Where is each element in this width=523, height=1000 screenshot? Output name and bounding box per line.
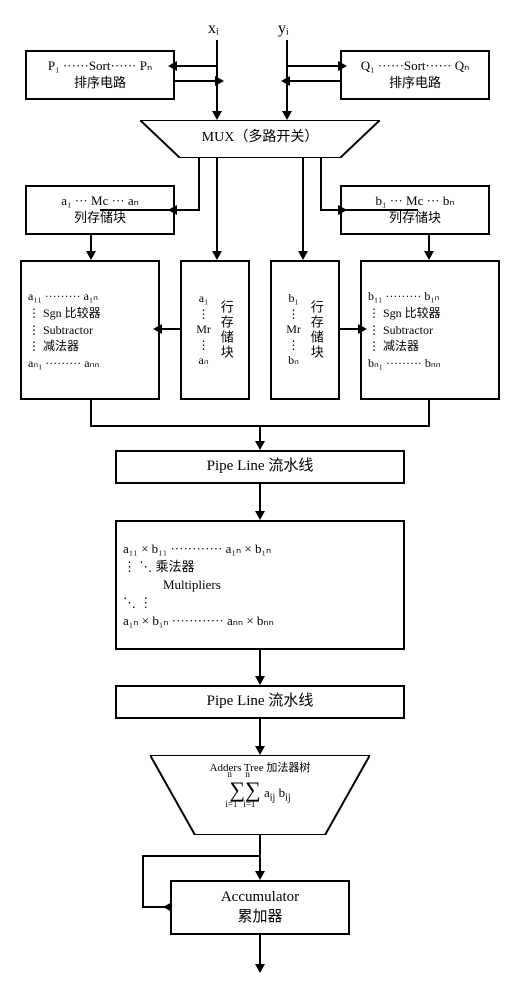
comp-right-b2: ⋮ Subtractor (368, 322, 433, 339)
comp-right-b3: ⋮ 减法器 (368, 338, 419, 355)
accumulator-en: Accumulator (221, 888, 299, 908)
multipliers-block: a₁₁ × b₁₁ ············ a₁ₙ × b₁ₙ ⋮ ⋱ 乘法器… (115, 520, 405, 650)
comp-right-bot: bₙ₁ ········· bₙₙ (368, 355, 441, 372)
input-y-label: yᵢ (278, 20, 289, 38)
comp-right-top: b₁₁ ········· b₁ₙ (368, 288, 439, 305)
col-store-left-line2: 列存储块 (74, 210, 126, 227)
comp-left-b3: ⋮ 减法器 (28, 338, 79, 355)
mult-mid3: ⋱ ⋮ (123, 594, 152, 612)
row-store-right: b₁ ⋮ Mr ⋮ bₙ 行存储块 (270, 260, 340, 400)
pipeline-2-label: Pipe Line 流水线 (207, 692, 314, 712)
col-store-left-line1: a₁ ··· Mc ··· aₙ (61, 193, 139, 210)
sort-right-line2: 排序电路 (389, 75, 441, 92)
sort-left-line1: P₁ ······Sort······ Pₙ (48, 58, 152, 75)
mult-bot: a₁ₙ × b₁ₙ ············ aₙₙ × bₙₙ (123, 612, 274, 630)
sort-circuit-right: Q₁ ······Sort······ Qₙ 排序电路 (340, 50, 490, 100)
comp-left-b1: ⋮ Sgn 比较器 (28, 305, 101, 322)
mult-top: a₁₁ × b₁₁ ············ a₁ₙ × b₁ₙ (123, 540, 271, 558)
row-store-left: a₁ ⋮ Mr ⋮ aₙ 行存储块 (180, 260, 250, 400)
pipeline-2: Pipe Line 流水线 (115, 685, 405, 719)
sort-circuit-left: P₁ ······Sort······ Pₙ 排序电路 (25, 50, 175, 100)
adders-tree: Adders Tree 加法器树 n n ∑∑ aij bij i=1 i=1 (150, 755, 370, 835)
accumulator: Accumulator 累加器 (170, 880, 350, 935)
col-store-right-line1: b₁ ··· Mc ··· bₙ (375, 193, 454, 210)
comp-left-b2: ⋮ Subtractor (28, 322, 93, 339)
sort-left-line2: 排序电路 (74, 75, 126, 92)
row-store-left-label: 行存储块 (217, 300, 234, 360)
mult-mid2: Multipliers (123, 576, 221, 594)
input-x-label: xᵢ (208, 20, 219, 38)
comparator-left: a₁₁ ········· a₁ₙ ⋮ Sgn 比较器 ⋮ Subtractor… (20, 260, 160, 400)
sort-right-line1: Q₁ ······Sort······ Qₙ (361, 58, 470, 75)
row-store-right-label: 行存储块 (307, 300, 324, 360)
comparator-right: b₁₁ ········· b₁ₙ ⋮ Sgn 比较器 ⋮ Subtractor… (360, 260, 500, 400)
comp-left-top: a₁₁ ········· a₁ₙ (28, 288, 98, 305)
accumulator-cn: 累加器 (237, 908, 282, 928)
mux-label: MUX（多路开关） (140, 120, 380, 146)
comp-left-bot: aₙ₁ ········· aₙₙ (28, 355, 99, 372)
block-diagram: xᵢ yᵢ P₁ ······Sort······ Pₙ 排序电路 Q₁ ···… (20, 20, 503, 980)
mult-mid1: ⋮ ⋱ 乘法器 (123, 558, 195, 576)
mux-block: MUX（多路开关） (140, 120, 380, 158)
row-store-left-items: a₁ ⋮ Mr ⋮ aₙ (196, 291, 211, 369)
adders-tree-title: Adders Tree 加法器树 (150, 759, 370, 775)
pipeline-1-label: Pipe Line 流水线 (207, 457, 314, 477)
comp-right-b1: ⋮ Sgn 比较器 (368, 305, 441, 322)
pipeline-1: Pipe Line 流水线 (115, 450, 405, 484)
col-store-right-line2: 列存储块 (389, 210, 441, 227)
row-store-right-items: b₁ ⋮ Mr ⋮ bₙ (286, 291, 301, 369)
